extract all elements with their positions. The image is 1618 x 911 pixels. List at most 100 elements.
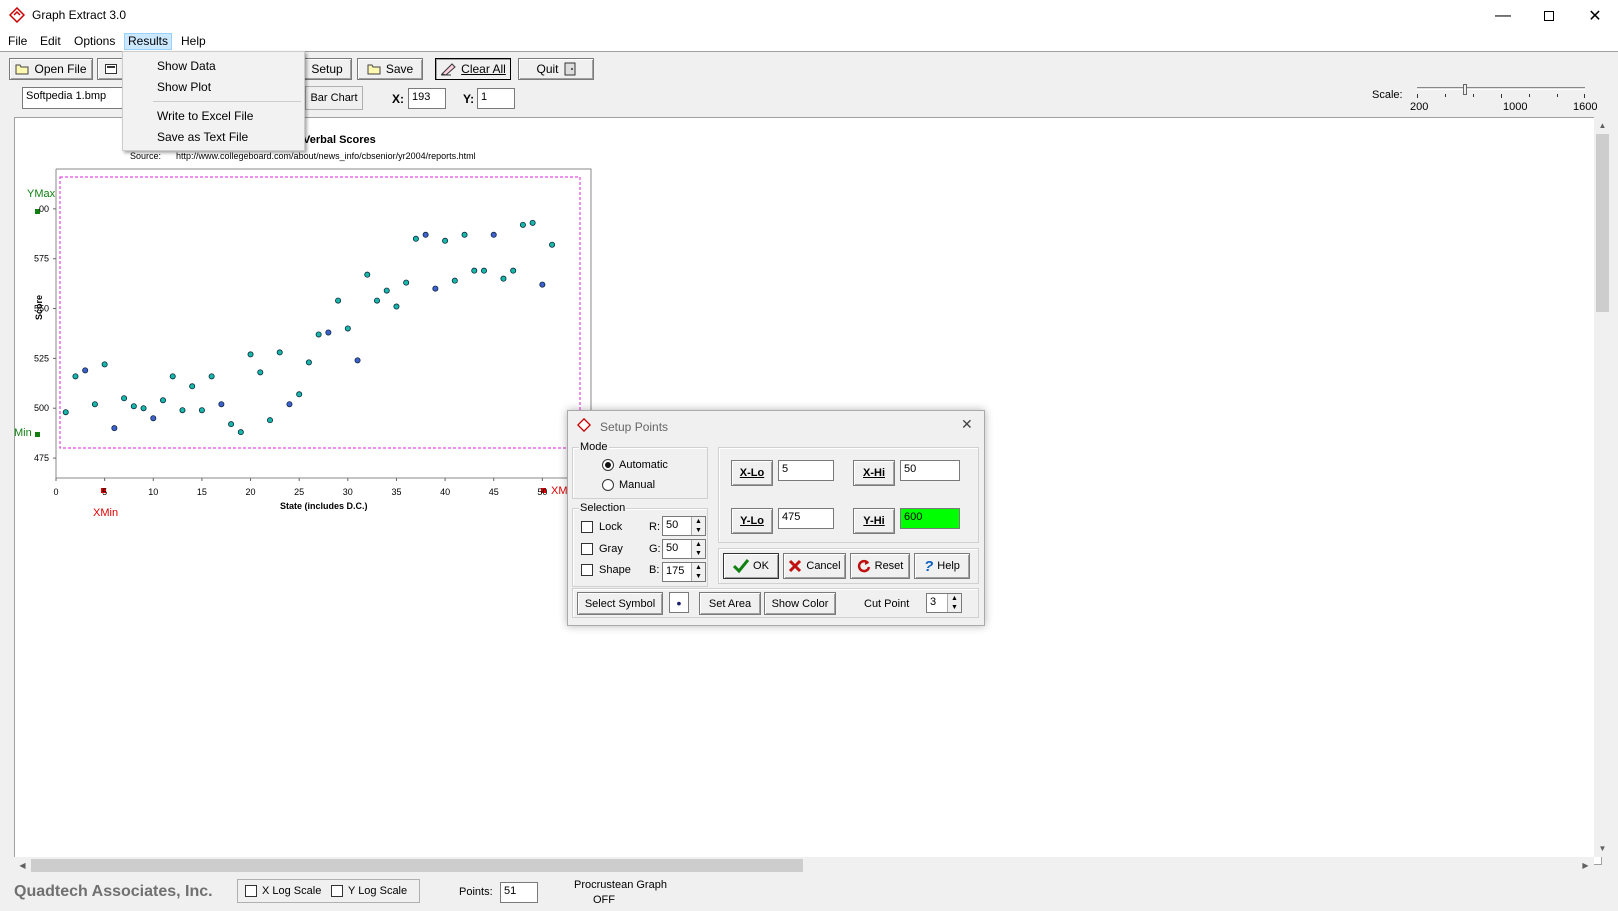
g-spinner[interactable]: 50 ▲ ▼	[662, 539, 706, 559]
horizontal-scroll-thumb[interactable]	[31, 859, 803, 872]
scroll-up-arrow[interactable]: ▲	[1594, 117, 1611, 134]
quit-button[interactable]: Quit	[518, 58, 594, 80]
menu-item-write-excel[interactable]: Write to Excel File	[157, 109, 253, 123]
x-lo-field[interactable]: 5	[778, 460, 834, 481]
select-symbol-button[interactable]: Select Symbol	[577, 592, 663, 615]
y-lo-field[interactable]: 475	[778, 508, 834, 529]
clear-all-button[interactable]: Clear All	[435, 58, 511, 80]
y-coord-field[interactable]: 1	[477, 88, 515, 109]
data-point	[82, 367, 89, 374]
set-area-button[interactable]: Set Area	[699, 592, 761, 615]
y-hi-button[interactable]: Y-Hi	[853, 508, 895, 534]
x-coord-field[interactable]: 193	[408, 88, 446, 109]
window-title: Graph Extract 3.0	[32, 8, 127, 22]
minimize-button[interactable]: —	[1480, 0, 1526, 31]
image-icon	[105, 64, 117, 74]
x-log-label: X Log Scale	[262, 885, 322, 897]
file-name-field[interactable]: Softpedia 1.bmp	[22, 87, 126, 109]
lock-checkbox[interactable]	[581, 521, 593, 533]
x-log-checkbox[interactable]	[245, 885, 257, 897]
y-log-checkbox[interactable]	[331, 885, 343, 897]
setup-button[interactable]: Setup	[302, 58, 352, 80]
manual-radio[interactable]	[602, 479, 614, 491]
data-point	[549, 241, 556, 248]
data-point	[490, 231, 497, 238]
scroll-down-arrow[interactable]: ▼	[1594, 840, 1611, 857]
x-lo-button[interactable]: X-Lo	[731, 460, 773, 486]
r-spinner[interactable]: 50 ▲ ▼	[662, 516, 706, 536]
menu-edit[interactable]: Edit	[37, 33, 64, 50]
scale-tick-label: 1600	[1573, 101, 1598, 113]
x-hi-field[interactable]: 50	[900, 460, 960, 481]
data-point	[247, 351, 254, 358]
action-group: OK Cancel Reset ? Help	[718, 548, 979, 584]
maximize-button[interactable]	[1526, 0, 1572, 31]
scroll-right-arrow[interactable]: ▶	[1577, 857, 1594, 874]
setup-points-dialog: Setup Points ✕ Mode Automatic Manual Sel…	[567, 410, 985, 626]
data-point	[169, 373, 176, 380]
range-group: X-Lo 5 X-Hi 50 Y-Lo 475 Y-Hi 600	[718, 447, 979, 543]
chart-type-field[interactable]: Bar Chart	[305, 86, 363, 110]
save-button[interactable]: Save	[357, 58, 423, 80]
data-point	[519, 221, 526, 228]
scroll-left-arrow[interactable]: ◀	[14, 857, 31, 874]
menu-item-show-data[interactable]: Show Data	[157, 59, 216, 73]
y-tick-label: 500	[34, 403, 49, 413]
data-point	[403, 279, 410, 286]
data-point	[510, 267, 517, 274]
dialog-close-icon[interactable]: ✕	[961, 416, 973, 433]
spinner-arrows-icon[interactable]: ▲ ▼	[691, 540, 705, 558]
scale-slider[interactable]	[1415, 84, 1587, 114]
data-point	[471, 267, 478, 274]
reset-button[interactable]: Reset	[850, 553, 910, 579]
data-point	[121, 395, 128, 402]
shape-checkbox[interactable]	[581, 564, 593, 576]
show-color-button[interactable]: Show Color	[764, 592, 836, 615]
cancel-button[interactable]: Cancel	[783, 553, 846, 579]
selection-area[interactable]	[59, 176, 581, 449]
scale-tick-label: 1000	[1503, 101, 1528, 113]
help-button[interactable]: ? Help	[914, 553, 970, 579]
menu-item-save-text[interactable]: Save as Text File	[157, 130, 248, 144]
y-log-label: Y Log Scale	[348, 885, 408, 897]
close-icon: ✕	[1588, 7, 1602, 25]
close-button[interactable]: ✕	[1572, 0, 1618, 31]
menu-options[interactable]: Options	[71, 33, 118, 50]
spinner-arrows-icon[interactable]: ▲ ▼	[691, 517, 705, 535]
spinner-arrows-icon[interactable]: ▲ ▼	[691, 563, 705, 581]
x-tick-label: 50	[537, 487, 547, 497]
data-point	[451, 277, 458, 284]
slider-ticks	[1417, 94, 1585, 98]
x-tick-label: 30	[343, 487, 353, 497]
menu-help[interactable]: Help	[178, 33, 209, 50]
b-spinner[interactable]: 175 ▲ ▼	[662, 562, 706, 582]
horizontal-scrollbar[interactable]: ◀ ▶	[14, 857, 1594, 874]
spinner-arrows-icon[interactable]: ▲ ▼	[947, 594, 961, 612]
ymin-marker[interactable]	[35, 432, 40, 437]
image-button[interactable]	[97, 58, 125, 80]
x-hi-button[interactable]: X-Hi	[853, 460, 895, 486]
vertical-scrollbar[interactable]: ▲ ▼	[1594, 117, 1611, 857]
data-point	[140, 405, 147, 412]
automatic-radio[interactable]	[602, 459, 614, 471]
chart-image[interactable]: Verbal Scores Source: http://www.college…	[0, 117, 610, 537]
menu-results[interactable]: Results	[124, 33, 173, 50]
data-point	[432, 285, 439, 292]
open-file-button[interactable]: Open File	[9, 58, 93, 80]
x-tick-label: 40	[440, 487, 450, 497]
menu-item-show-plot[interactable]: Show Plot	[157, 80, 211, 94]
ok-button[interactable]: OK	[723, 553, 779, 579]
y-lo-button[interactable]: Y-Lo	[731, 508, 773, 534]
points-count-field: 51	[500, 882, 538, 903]
cut-point-spinner[interactable]: 3 ▲ ▼	[926, 593, 962, 613]
gray-checkbox[interactable]	[581, 543, 593, 555]
y-hi-field[interactable]: 600	[900, 508, 960, 529]
eraser-icon	[441, 63, 456, 76]
vertical-scroll-thumb[interactable]	[1596, 134, 1609, 312]
x-ticks: 0 5 10 15 20 25 30 35 40 45 50	[53, 478, 547, 497]
log-scale-group: X Log Scale Y Log Scale	[237, 879, 420, 903]
symbol-group: Select Symbol • Set Area Show Color Cut …	[572, 588, 979, 618]
data-point	[276, 349, 283, 356]
menu-file[interactable]: File	[5, 33, 30, 50]
mode-group: Mode Automatic Manual	[572, 441, 708, 499]
